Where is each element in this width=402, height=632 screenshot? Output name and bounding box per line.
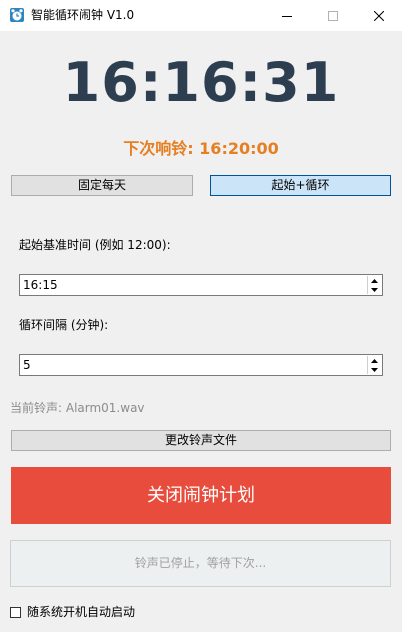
status-button[interactable]: 铃声已停止，等待下次... (10, 540, 391, 587)
window-title: 智能循环闹钟 V1.0 (31, 8, 135, 22)
fixed-daily-mode-button[interactable]: 固定每天 (11, 175, 193, 196)
close-button[interactable] (356, 0, 402, 31)
interval-label: 循环间隔 (分钟): (19, 318, 109, 332)
interval-spinbox[interactable]: 5 (19, 354, 383, 376)
maximize-icon (328, 10, 338, 21)
minimize-button[interactable] (264, 0, 310, 31)
alarm-clock-icon (9, 7, 25, 23)
maximize-button[interactable] (310, 0, 356, 31)
start-time-label: 起始基准时间 (例如 12:00): (19, 238, 171, 252)
next-alarm-label: 下次响铃: 16:20:00 (123, 139, 279, 158)
autostart-label: 随系统开机自动启动 (27, 605, 136, 619)
spin-down-icon[interactable] (368, 285, 381, 294)
start-time-value[interactable]: 16:15 (23, 277, 58, 293)
start-time-stepper[interactable] (367, 276, 381, 294)
spin-down-icon[interactable] (368, 365, 381, 374)
current-time-display: 16:16:31 (62, 51, 340, 114)
spin-up-icon[interactable] (368, 356, 381, 365)
start-cycle-mode-button[interactable]: 起始+循环 (210, 175, 391, 196)
title-bar: 智能循环闹钟 V1.0 (0, 0, 402, 31)
close-icon (374, 10, 384, 21)
spin-up-icon[interactable] (368, 276, 381, 285)
start-time-spinbox[interactable]: 16:15 (19, 274, 383, 296)
interval-stepper[interactable] (367, 356, 381, 374)
current-sound-label: 当前铃声: Alarm01.wav (10, 401, 145, 415)
change-sound-button[interactable]: 更改铃声文件 (11, 430, 391, 451)
autostart-option[interactable]: 随系统开机自动启动 (10, 604, 135, 620)
stop-alarm-plan-button[interactable]: 关闭闹钟计划 (11, 467, 391, 524)
interval-value[interactable]: 5 (23, 357, 31, 373)
minimize-icon (282, 15, 292, 17)
autostart-checkbox[interactable] (10, 606, 21, 618)
